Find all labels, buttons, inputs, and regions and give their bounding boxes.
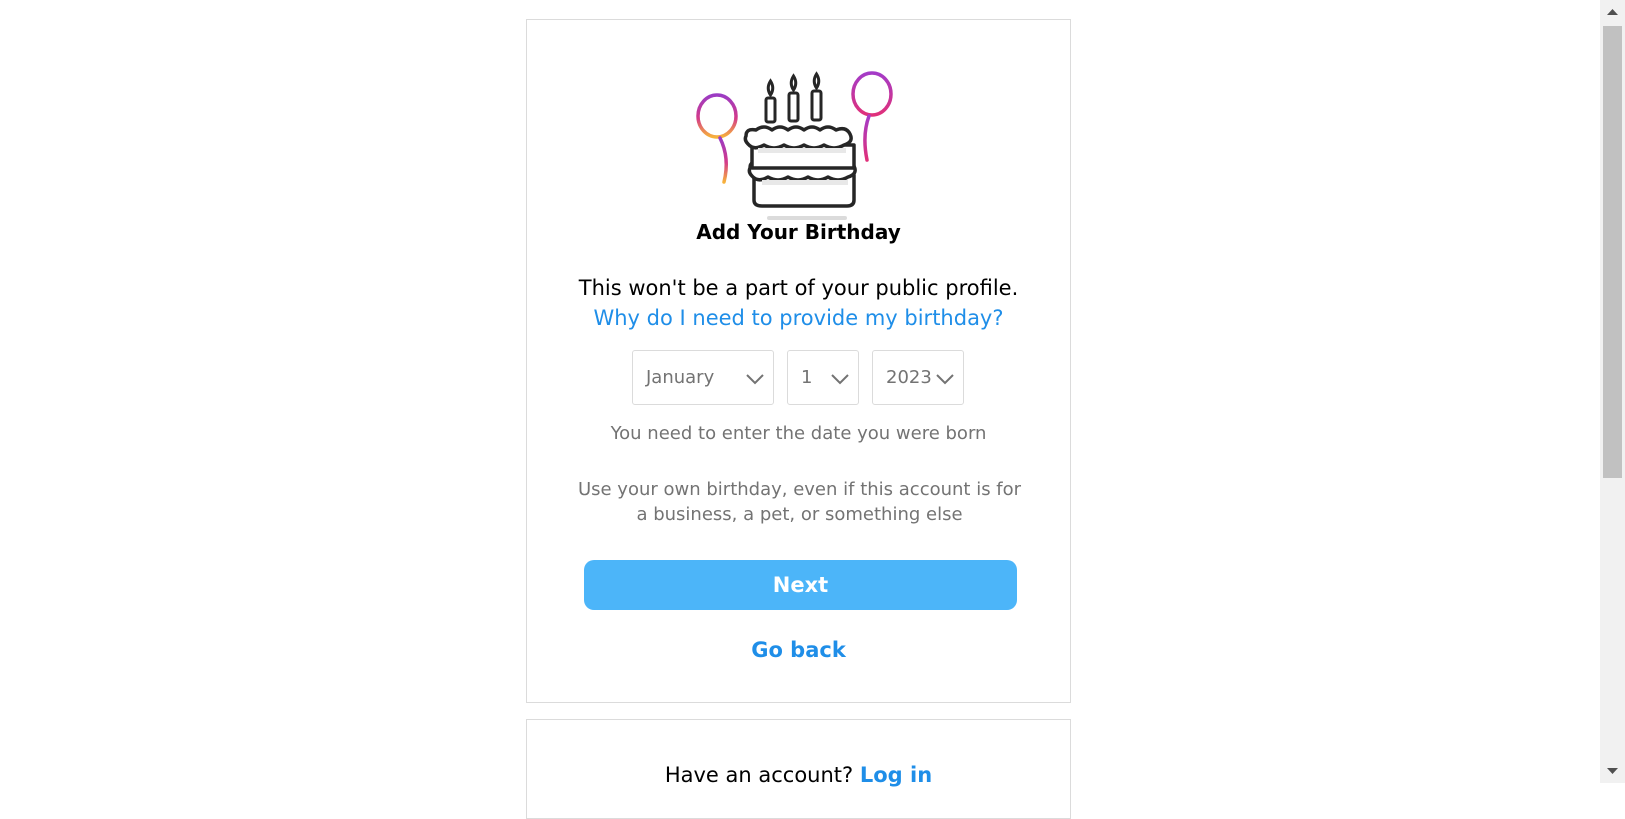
triangle-up-icon[interactable] [1600,0,1625,25]
vertical-scrollbar[interactable] [1600,0,1625,783]
have-account-text: Have an account? [664,763,854,787]
scrollbar-thumb[interactable] [1603,26,1622,478]
have-account-row: Have an account? Log in [527,763,1070,787]
privacy-note: This won't be a part of your public prof… [578,276,1019,300]
chevron-down-icon [936,374,954,385]
year-select[interactable]: 2023 [872,350,964,405]
chevron-down-icon [831,374,849,385]
log-in-link[interactable]: Log in [860,763,932,787]
next-button[interactable]: Next [584,560,1017,610]
page-title: Add Your Birthday [696,220,901,244]
day-select[interactable]: 1 [787,350,859,405]
day-value: 1 [801,367,813,388]
month-value: January [646,367,715,388]
triangle-down-icon[interactable] [1600,758,1625,783]
month-select[interactable]: January [632,350,774,405]
date-required-hint: You need to enter the date you were born [610,423,987,444]
login-card: Have an account? Log in [526,719,1071,819]
own-birthday-note: Use your own birthday, even if this acco… [577,479,1022,525]
birthday-card: Add Your Birthday This won't be a part o… [526,19,1071,703]
birthday-cake-illustration [696,71,893,220]
year-value: 2023 [886,367,932,388]
go-back-link[interactable]: Go back [527,638,1070,662]
why-birthday-link[interactable]: Why do I need to provide my birthday? [527,306,1070,330]
chevron-down-icon [746,374,764,385]
